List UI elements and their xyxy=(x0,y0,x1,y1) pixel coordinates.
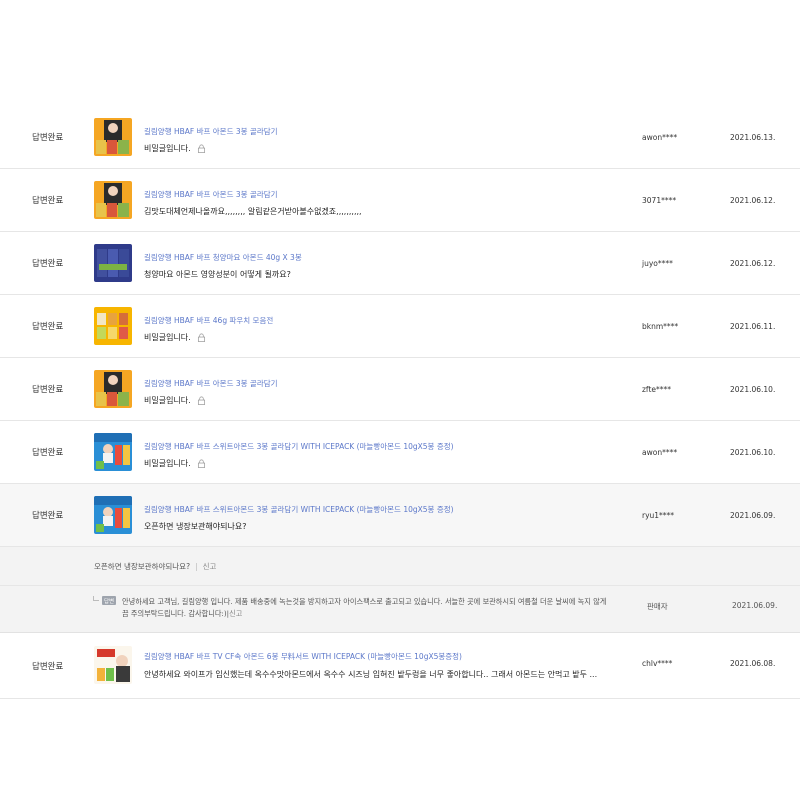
question-text[interactable]: 비밀글입니다. xyxy=(144,143,206,154)
product-thumbnail[interactable] xyxy=(94,646,132,684)
answer-status: 답변완료 xyxy=(32,322,64,332)
qa-row[interactable]: 답변완료 길림양행 HBAF 바프 아몬드 3봉 골라담기 김맛도대체언제나올까… xyxy=(0,169,800,232)
answer-status: 답변완료 xyxy=(32,385,64,395)
product-thumbnail[interactable] xyxy=(94,496,132,534)
question-text[interactable]: 비밀글입니다. xyxy=(144,458,206,469)
question-text[interactable]: 비밀글입니다. xyxy=(144,332,206,343)
post-date: 2021.06.10. xyxy=(730,448,776,457)
product-title-link[interactable]: 길림양행 HBAF 바프 청양마요 아몬드 40g X 3봉 xyxy=(144,252,302,263)
question-content: 청양마요 아몬드 영양성분이 어떻게 될까요? xyxy=(144,270,291,279)
product-title-link[interactable]: 길림양행 HBAF 바프 46g 파우치 모음전 xyxy=(144,315,273,326)
qa-row[interactable]: 답변완료 길림양행 HBAF 바프 46g 파우치 모음전 비밀글입니다. bk… xyxy=(0,295,800,358)
product-title-link[interactable]: 길림양행 HBAF 바프 TV CF속 아몬드 6봉 무料서트 WITH ICE… xyxy=(144,651,462,662)
qa-row[interactable]: 답변완료 길림양행 HBAF 바프 아몬드 3봉 골라담기 비밀글입니다. zf… xyxy=(0,358,800,421)
qa-list: 답변완료 길림양행 HBAF 바프 아몬드 3봉 골라담기 비밀글입니다. aw… xyxy=(0,106,800,699)
post-date: 2021.06.12. xyxy=(730,259,776,268)
answer-text: 안녕하세요 고객님, 길림양행 입니다. 제품 배송중에 녹는것을 방지하고자 … xyxy=(122,596,612,620)
qa-row-expanded[interactable]: 답변완료 길림양행 HBAF 바프 스위트아몬드 3봉 골라담기 WITH IC… xyxy=(0,484,800,547)
author-id: awon**** xyxy=(642,448,678,457)
question-text[interactable]: 비밀글입니다. xyxy=(144,395,206,406)
lock-icon xyxy=(197,144,206,153)
answer-status: 답변완료 xyxy=(32,511,64,521)
product-title-link[interactable]: 길림양행 HBAF 바프 스위트아몬드 3봉 골라담기 WITH ICEPACK… xyxy=(144,504,454,515)
product-title-link[interactable]: 길림양행 HBAF 바프 스위트아몬드 3봉 골라담기 WITH ICEPACK… xyxy=(144,441,454,452)
answer-date: 2021.06.09. xyxy=(732,601,778,610)
author-id: awon**** xyxy=(642,133,678,142)
qa-row[interactable]: 답변완료 길림양행 HBAF 바프 스위트아몬드 3봉 골라담기 WITH IC… xyxy=(0,421,800,484)
answer-badge: 답변 xyxy=(102,596,116,605)
product-title-link[interactable]: 길림양행 HBAF 바프 아몬드 3봉 골라담기 xyxy=(144,189,278,200)
product-thumbnail[interactable] xyxy=(94,433,132,471)
product-title-link[interactable]: 길림양행 HBAF 바프 아몬드 3봉 골라담기 xyxy=(144,126,278,137)
answer-status: 답변완료 xyxy=(32,196,64,206)
answer-content: 안녕하세요 고객님, 길림양행 입니다. 제품 배송중에 녹는것을 방지하고자 … xyxy=(122,597,607,618)
author-id: chlv**** xyxy=(642,659,673,668)
seller-label: 판매자 xyxy=(647,602,668,611)
answer-status: 답변완료 xyxy=(32,661,64,672)
author-id: juyo**** xyxy=(642,259,673,268)
lock-icon xyxy=(197,396,206,405)
answer-status: 답변완료 xyxy=(32,133,64,143)
post-date: 2021.06.11. xyxy=(730,322,776,331)
question-text[interactable]: 안녕하세요 와이프가 임신했는데 옥수수맛아몬드에서 옥수수 시즈닝 입혀진 밭… xyxy=(144,669,597,680)
question-text[interactable]: 청양마요 아몬드 영양성분이 어떻게 될까요? xyxy=(144,269,291,280)
product-thumbnail[interactable] xyxy=(94,244,132,282)
product-thumbnail[interactable] xyxy=(94,118,132,156)
qa-row[interactable]: 답변완료 길림양행 HBAF 바프 청양마요 아몬드 40g X 3봉 청양마요… xyxy=(0,232,800,295)
question-content: 안녕하세요 와이프가 임신했는데 옥수수맛아몬드에서 옥수수 시즈닝 입혀진 밭… xyxy=(144,670,598,679)
post-date: 2021.06.09. xyxy=(730,511,776,520)
question-content: 비밀글입니다. xyxy=(144,459,191,468)
report-link[interactable]: 신고 xyxy=(203,562,217,571)
product-thumbnail[interactable] xyxy=(94,307,132,345)
product-title-link[interactable]: 길림양행 HBAF 바프 아몬드 3봉 골라담기 xyxy=(144,378,278,389)
question-content: 김맛도대체언제나올까요,,,,,,,, 알림같은거받아볼수없겠죠,,,,,,,,… xyxy=(144,207,362,216)
question-detail-text: 오픈하면 냉장보관하야되나요? | 신고 xyxy=(94,561,216,572)
author-id: bknm**** xyxy=(642,322,679,331)
post-date: 2021.06.10. xyxy=(730,385,776,394)
lock-icon xyxy=(197,459,206,468)
divider: | xyxy=(195,562,198,571)
post-date: 2021.06.12. xyxy=(730,196,776,205)
answer-status: 답변완료 xyxy=(32,448,64,458)
question-full-text: 오픈하면 냉장보관하야되나요? xyxy=(94,562,191,571)
post-date: 2021.06.08. xyxy=(730,659,776,668)
answer-detail: 답변 안녕하세요 고객님, 길림양행 입니다. 제품 배송중에 녹는것을 방지하… xyxy=(0,586,800,633)
question-content: 비밀글입니다. xyxy=(144,396,191,405)
question-content: 오픈하면 냉장보관해야되나요? xyxy=(144,522,247,531)
lock-icon xyxy=(197,333,206,342)
question-text[interactable]: 김맛도대체언제나올까요,,,,,,,, 알림같은거받아볼수없겠죠,,,,,,,,… xyxy=(144,206,362,217)
answer-report-link[interactable]: 신고 xyxy=(229,609,242,618)
qa-row[interactable]: 답변완료 길림양행 HBAF 바프 TV CF속 아몬드 6봉 무料서트 WIT… xyxy=(0,633,800,699)
product-thumbnail[interactable] xyxy=(94,370,132,408)
author-id: ryu1**** xyxy=(642,511,675,520)
reply-arrow-icon xyxy=(93,596,99,601)
question-content: 비밀글입니다. xyxy=(144,333,191,342)
question-detail: 오픈하면 냉장보관하야되나요? | 신고 xyxy=(0,547,800,586)
qa-row[interactable]: 답변완료 길림양행 HBAF 바프 아몬드 3봉 골라담기 비밀글입니다. aw… xyxy=(0,106,800,169)
author-id: 3071**** xyxy=(642,196,677,205)
product-thumbnail[interactable] xyxy=(94,181,132,219)
author-id: zfte**** xyxy=(642,385,672,394)
answer-status: 답변완료 xyxy=(32,259,64,269)
question-text[interactable]: 오픈하면 냉장보관해야되나요? xyxy=(144,521,246,532)
post-date: 2021.06.13. xyxy=(730,133,776,142)
question-content: 비밀글입니다. xyxy=(144,144,191,153)
